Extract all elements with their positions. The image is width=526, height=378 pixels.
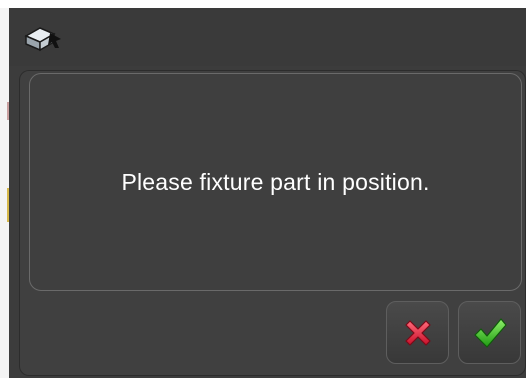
cancel-button[interactable]: [386, 301, 449, 364]
title-bar: [9, 8, 526, 66]
fixture-dialog: Please fixture part in position.: [9, 8, 526, 378]
confirm-check-icon: [473, 317, 507, 348]
fixture-part-icon: [23, 24, 63, 52]
background-window-edge: [0, 8, 10, 378]
dialog-message: Please fixture part in position.: [121, 168, 430, 195]
message-panel: Please fixture part in position.: [29, 73, 522, 291]
confirm-button[interactable]: [458, 301, 521, 364]
cancel-x-icon: [404, 319, 431, 346]
